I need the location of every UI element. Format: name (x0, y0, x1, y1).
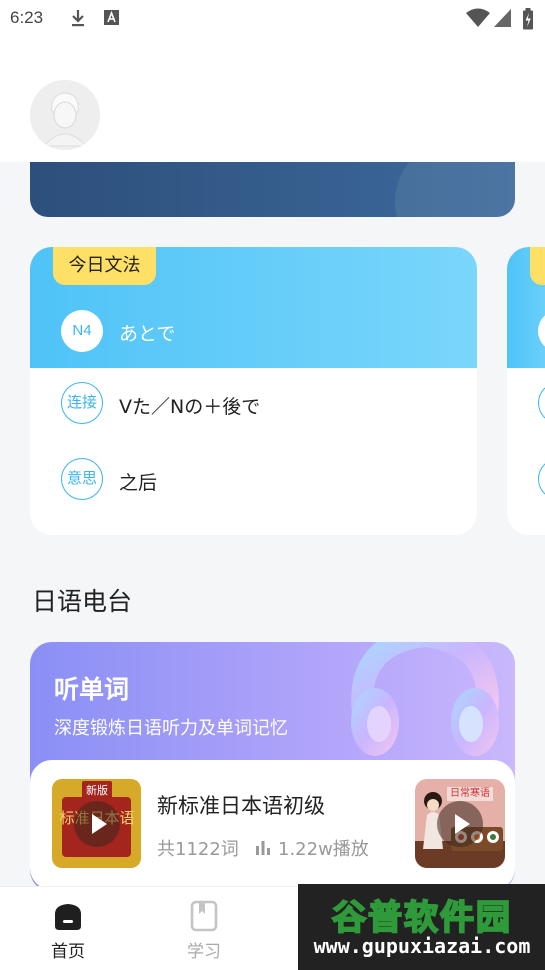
course-cover[interactable]: 新版 标准日本语 (52, 779, 141, 868)
profile-header (0, 36, 545, 162)
tab-home[interactable]: 首页 (18, 887, 118, 970)
course-cover-2[interactable]: 日常寒语 (415, 779, 505, 868)
word-count: 共1122词 (157, 839, 239, 860)
course-title[interactable]: 新标准日本语初级 (157, 790, 325, 820)
signal-icon (494, 9, 511, 27)
next-grammar-card[interactable] (507, 247, 545, 535)
radio-section-title: 日语电台 (32, 587, 133, 616)
tab-home-label: 首页 (51, 942, 85, 962)
top-banner[interactable] (30, 162, 515, 217)
battery-icon (523, 8, 533, 30)
radio-card-title: 听单词 (54, 675, 130, 704)
watermark-url: www.gupuxiazai.com (313, 934, 531, 958)
tab-study[interactable]: 学习 (154, 887, 254, 970)
plays-bars-icon (256, 841, 270, 855)
jlpt-level-badge: N4 (61, 310, 103, 352)
a-square-icon (104, 10, 119, 25)
meaning-label: 意思 (61, 458, 103, 500)
tab-study-label: 学习 (187, 942, 221, 962)
status-time: 6:23 (10, 8, 44, 27)
grammar-title: あとで (119, 323, 176, 345)
play-icon-2[interactable] (437, 801, 483, 847)
user-avatar-icon[interactable] (30, 80, 100, 150)
grammar-tag: 今日文法 (53, 247, 156, 285)
site-watermark: 谷普软件园 www.gupuxiazai.com (298, 884, 545, 970)
daily-grammar-card[interactable]: 今日文法 N4 あとで 连接 Vた／Nの＋後で 意思 之后 (30, 247, 477, 535)
book-icon (190, 900, 218, 932)
radio-card-subtitle: 深度锻炼日语听力及单词记忆 (54, 718, 288, 739)
status-bar: 6:23 (0, 0, 545, 36)
home-icon (55, 904, 81, 930)
connection-text: Vた／Nの＋後で (119, 396, 261, 418)
play-count: 1.22w播放 (278, 839, 369, 860)
wifi-icon (466, 8, 490, 27)
meaning-text: 之后 (119, 472, 158, 494)
headphones-icon (351, 642, 499, 756)
play-icon[interactable] (74, 801, 120, 847)
cover2-title: 日常寒语 (447, 787, 493, 801)
download-icon (72, 10, 84, 27)
connection-label: 连接 (61, 382, 103, 424)
cover-badge: 新版 (82, 781, 112, 799)
radio-list-card: 新版 标准日本语 新标准日本语初级 共1122词 1.22w播放 日常寒语 (30, 760, 515, 890)
watermark-title: 谷普软件园 (331, 897, 512, 939)
